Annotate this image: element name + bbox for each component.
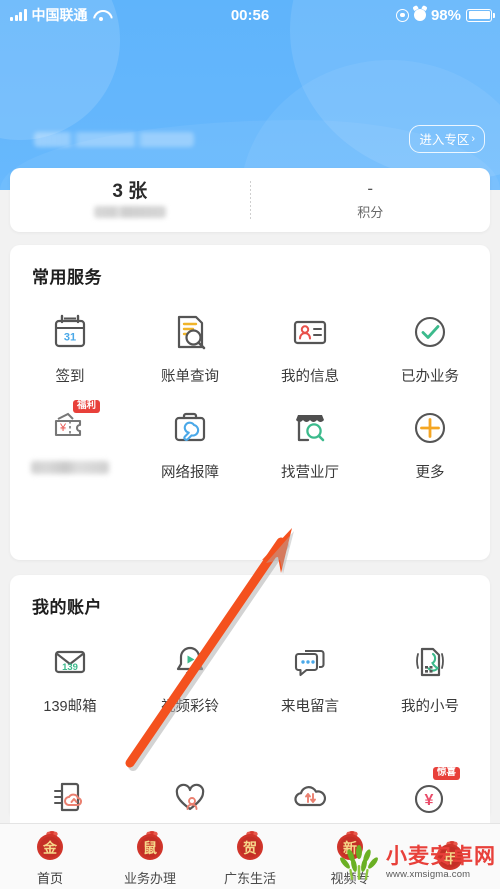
- account-item-label: 139邮箱: [43, 699, 97, 715]
- enter-zone-button[interactable]: 进入专区 ›: [409, 125, 485, 153]
- status-bar: 中国联通 00:56 98%: [0, 0, 500, 30]
- svg-text:贺: 贺: [242, 840, 257, 857]
- id-card-icon: [288, 310, 332, 354]
- svg-text:31: 31: [64, 332, 76, 344]
- account-item-cloud-upload[interactable]: [10, 765, 130, 823]
- my-account-partial-row: 惊喜 ¥: [10, 765, 490, 823]
- watermark-text: 小麦安卓网 www.xmsigma.com: [386, 846, 496, 880]
- svg-text:鼠: 鼠: [143, 840, 157, 857]
- wheat-logo-icon: [340, 845, 378, 880]
- cloud-transfer-icon: [288, 775, 332, 819]
- account-item-label: 我的小号: [401, 699, 459, 715]
- service-item-checkin[interactable]: 31 签到: [10, 302, 130, 386]
- account-item-voice-message[interactable]: 来电留言: [250, 632, 370, 716]
- voice-message-icon: [288, 640, 332, 684]
- my-account-grid: 139 139邮箱 视频彩铃 来电留言 我的小号: [10, 632, 490, 728]
- svg-text:金: 金: [42, 840, 58, 857]
- service-item-network-fault[interactable]: 网络报障: [130, 398, 250, 482]
- home-tab-icon: 金: [30, 826, 70, 866]
- svg-text:¥: ¥: [425, 792, 434, 809]
- account-item-family-contacts[interactable]: [130, 765, 250, 823]
- account-item-secondary-number[interactable]: 我的小号: [370, 632, 490, 716]
- svg-text:¥: ¥: [59, 422, 67, 434]
- service-item-label: 找营业厅: [281, 465, 339, 481]
- tab-guangdong-life[interactable]: 贺 广东生活: [200, 824, 300, 889]
- service-item-label: 已办业务: [401, 369, 459, 385]
- promo-banner-row: 进入专区 ›: [0, 118, 500, 160]
- common-services-title: 常用服务: [32, 268, 102, 287]
- tab-label: 首页: [36, 871, 63, 886]
- service-item-more[interactable]: 更多: [370, 398, 490, 482]
- tab-label: 业务办理: [123, 871, 176, 886]
- stat-points[interactable]: - 积分: [251, 180, 491, 221]
- account-item-yuan-surprise[interactable]: 惊喜 ¥: [370, 765, 490, 823]
- stats-card: 3 张 - 积分: [10, 168, 490, 232]
- surprise-badge: 惊喜: [433, 767, 461, 781]
- plus-circle-icon: [408, 406, 452, 450]
- phone-screen: 中国联通 00:56 98% 进入专区 › 3 张 - 积分 常用服务 31 签…: [0, 0, 500, 889]
- account-item-cloud-transfer[interactable]: [250, 765, 370, 823]
- service-item-label: 网络报障: [161, 465, 219, 481]
- service-item-label: 我的信息: [281, 369, 339, 385]
- chevron-right-icon: ›: [471, 132, 475, 145]
- watermark: 小麦安卓网 www.xmsigma.com: [337, 843, 496, 883]
- service-item-my-info[interactable]: 我的信息: [250, 302, 370, 386]
- service-item-find-store[interactable]: 找营业厅: [250, 398, 370, 482]
- tab-home[interactable]: 金 首页: [0, 824, 100, 889]
- watermark-url: www.xmsigma.com: [386, 869, 471, 881]
- service-item-handled-business[interactable]: 已办业务: [370, 302, 490, 386]
- guangdong-life-tab-icon: 贺: [230, 826, 270, 866]
- service-item-coupon-welfare[interactable]: 福利 ¥: [10, 398, 130, 482]
- svg-text:139: 139: [62, 662, 78, 673]
- shop-search-icon: [288, 406, 332, 450]
- service-item-label: 签到: [55, 369, 85, 385]
- bill-search-icon: [168, 310, 212, 354]
- business-tab-icon: 鼠: [130, 826, 170, 866]
- service-item-label: 更多: [415, 465, 445, 481]
- service-item-label: [31, 461, 109, 474]
- alarm-clock-icon: [413, 9, 426, 21]
- calendar-icon: 31: [48, 310, 92, 354]
- account-item-139-mail[interactable]: 139 139邮箱: [10, 632, 130, 716]
- service-item-bill-query[interactable]: 账单查询: [130, 302, 250, 386]
- my-account-title: 我的账户: [32, 598, 102, 617]
- eye-icon: [395, 8, 409, 22]
- yuan-circle-icon: ¥: [408, 775, 452, 819]
- common-services-grid: 31 签到 账单查询 我的信息 已办业务 福利 ¥ 网络报障 找营业厅 更多: [10, 302, 490, 494]
- stat-coupons-label: [93, 206, 166, 218]
- account-item-label: 视频彩铃: [161, 699, 219, 715]
- welfare-badge: 福利: [73, 400, 101, 414]
- toolbox-wrench-icon: [168, 406, 212, 450]
- stat-coupons-value: 3 张: [112, 181, 148, 202]
- tab-business[interactable]: 鼠 业务办理: [100, 824, 200, 889]
- stat-coupons[interactable]: 3 张: [10, 182, 250, 218]
- service-item-label: 账单查询: [161, 369, 219, 385]
- sim-phone-icon: [408, 640, 452, 684]
- promo-banner-text-blurred: [34, 131, 194, 147]
- account-item-label: 来电留言: [281, 699, 339, 715]
- tab-label: 广东生活: [223, 871, 276, 886]
- heart-contacts-icon: [168, 775, 212, 819]
- common-services-card: 常用服务 31 签到 账单查询 我的信息 已办业务 福利 ¥ 网络报障 找营业厅…: [10, 245, 490, 560]
- account-item-video-ringtone[interactable]: 视频彩铃: [130, 632, 250, 716]
- watermark-site-name: 小麦安卓网: [386, 845, 496, 869]
- stat-points-value: -: [367, 178, 374, 198]
- battery-icon: [466, 8, 495, 22]
- enter-zone-label: 进入专区: [419, 133, 470, 147]
- mail-139-icon: 139: [48, 640, 92, 684]
- cloud-upload-doc-icon: [48, 775, 92, 819]
- video-ringtone-icon: [168, 640, 212, 684]
- check-circle-icon: [408, 310, 452, 354]
- stat-points-label: 积分: [357, 204, 384, 220]
